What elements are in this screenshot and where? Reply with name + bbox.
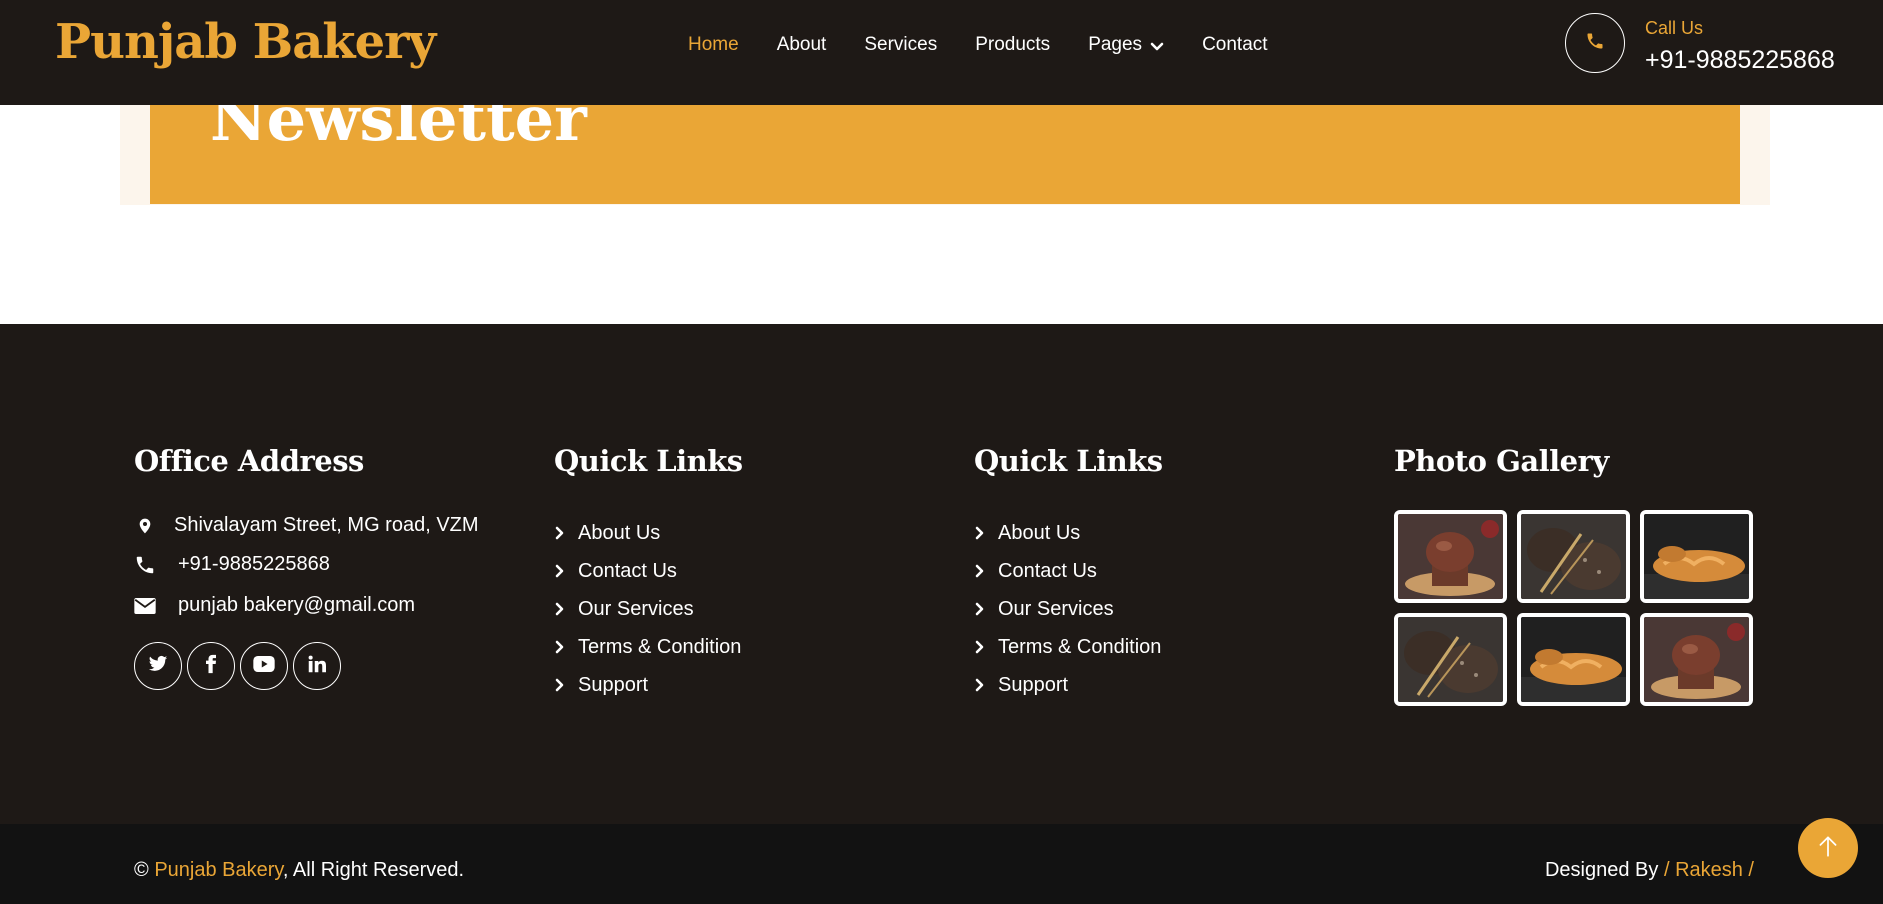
nav-products[interactable]: Products [975,34,1050,56]
designed-by-label: Designed By [1544,859,1659,881]
nav-home[interactable]: Home [688,34,739,56]
designer-link[interactable]: / Rakesh / [1664,859,1754,881]
link-terms[interactable]: Terms & Condition [975,628,1161,666]
nav-contact-label: Contact [1202,34,1268,55]
footer: Office Address Shivalayam Street, MG roa… [0,324,1883,824]
chevron-right-icon [555,602,564,616]
map-marker-icon [134,515,156,537]
chevron-right-icon [975,678,984,692]
phone-icon [134,554,156,576]
link-label: Support [998,673,1069,696]
chevron-right-icon [555,640,564,654]
link-label: Terms & Condition [578,635,742,658]
chevron-right-icon [975,564,984,578]
gallery-image-muffin[interactable] [1394,510,1507,603]
quick-links-title: Quick Links [974,444,1163,478]
address-text: Shivalayam Street, MG road, VZM [174,514,479,536]
gallery-image-croissant[interactable] [1517,613,1630,706]
link-label: Terms & Condition [998,635,1162,658]
nav-pages-dropdown[interactable]: Pages [1088,34,1164,56]
navbar: Punjab Bakery Home About Services Produc… [0,0,1883,105]
nav-services-label: Services [864,34,938,55]
designed-by: Designed By / Rakesh / [1545,859,1754,882]
office-address-title: Office Address [134,444,364,478]
call-label: Call Us [1645,18,1704,38]
twitter-button[interactable] [134,642,182,690]
link-label: Contact Us [998,559,1097,582]
quick-links-list: About Us Contact Us Our Services Terms &… [975,514,1161,704]
facebook-button[interactable] [187,642,235,690]
facebook-icon [201,654,221,679]
copyright-text: © Punjab Bakery, All Right Reserved. [134,859,464,882]
call-number[interactable]: +91-9885225868 [1645,46,1835,75]
youtube-icon [253,655,275,677]
nav-home-label: Home [688,34,739,55]
back-to-top-button[interactable] [1798,818,1858,878]
nav-about[interactable]: About [777,34,827,56]
photo-gallery-title: Photo Gallery [1394,444,1609,478]
chevron-right-icon [975,602,984,616]
envelope-icon [134,595,156,617]
link-our-services[interactable]: Our Services [975,590,1161,628]
copyright-suffix: , All Right Reserved. [282,859,465,881]
nav-products-label: Products [975,34,1051,55]
gallery-image-muffin[interactable] [1640,613,1753,706]
chevron-right-icon [555,678,564,692]
social-links [134,642,346,690]
link-label: About Us [578,521,661,544]
link-our-services[interactable]: Our Services [555,590,741,628]
chevron-down-icon [1150,38,1164,52]
photo-gallery [1394,510,1753,706]
nav-pages-label: Pages [1088,34,1143,55]
phone-row: +91-9885225868 [134,553,330,576]
copyright-symbol: © [134,859,149,881]
link-label: Support [578,673,649,696]
gallery-image-rye-bread[interactable] [1517,510,1630,603]
link-label: Our Services [578,597,694,620]
linkedin-icon [308,655,326,678]
link-support[interactable]: Support [975,666,1161,704]
address-row: Shivalayam Street, MG road, VZM [134,514,479,537]
link-about-us[interactable]: About Us [975,514,1161,552]
call-button[interactable] [1565,13,1625,73]
gallery-image-croissant[interactable] [1640,510,1753,603]
link-support[interactable]: Support [555,666,741,704]
link-contact-us[interactable]: Contact Us [555,552,741,590]
copyright-brand-link[interactable]: Punjab Bakery [154,859,283,881]
email-text[interactable]: punjab bakery@gmail.com [178,594,415,617]
arrow-up-icon [1815,833,1841,864]
nav-services[interactable]: Services [864,34,937,56]
link-about-us[interactable]: About Us [555,514,741,552]
twitter-icon [148,654,168,679]
link-label: About Us [998,521,1081,544]
email-row: punjab bakery@gmail.com [134,594,415,617]
chevron-right-icon [975,640,984,654]
quick-links-list: About Us Contact Us Our Services Terms &… [555,514,741,704]
linkedin-button[interactable] [293,642,341,690]
gallery-image-rye-bread[interactable] [1394,613,1507,706]
link-contact-us[interactable]: Contact Us [975,552,1161,590]
copyright-bar: © Punjab Bakery, All Right Reserved. Des… [0,824,1883,904]
link-label: Our Services [998,597,1114,620]
phone-text[interactable]: +91-9885225868 [178,553,330,576]
nav-about-label: About [776,34,827,55]
link-label: Contact Us [578,559,677,582]
chevron-right-icon [555,526,564,540]
main-nav: Home About Services Products Pages Conta… [688,34,1306,56]
chevron-right-icon [555,564,564,578]
phone-icon [1585,31,1605,56]
link-terms[interactable]: Terms & Condition [555,628,741,666]
brand-logo[interactable]: Punjab Bakery [55,14,436,70]
chevron-right-icon [975,526,984,540]
quick-links-title: Quick Links [554,444,743,478]
nav-contact[interactable]: Contact [1202,34,1267,56]
youtube-button[interactable] [240,642,288,690]
